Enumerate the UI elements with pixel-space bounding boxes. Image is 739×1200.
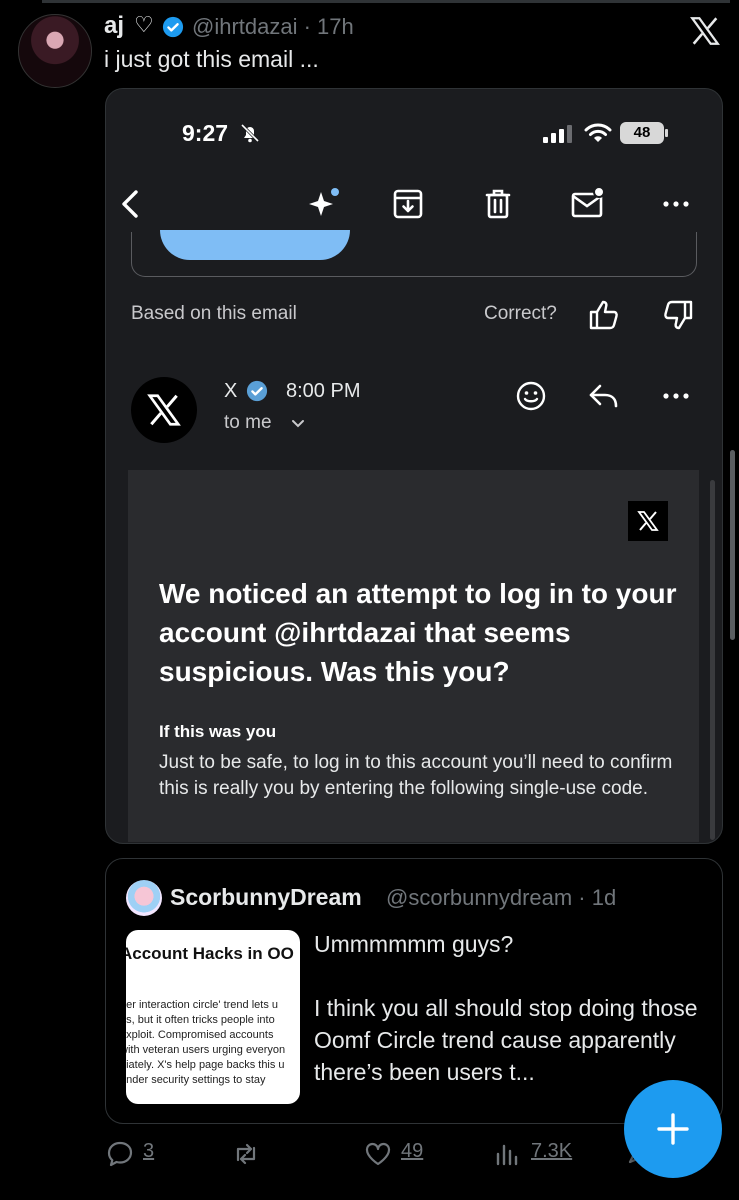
plus-icon (657, 1113, 689, 1145)
reply-count[interactable]: 3 (143, 1140, 154, 1163)
chevron-down-icon[interactable] (290, 417, 306, 431)
views-chart-icon[interactable] (494, 1140, 522, 1168)
reply-bubble-icon[interactable] (106, 1140, 134, 1168)
correct-prompt-label: Correct? (484, 303, 557, 324)
battery-cap (665, 129, 668, 137)
cellular-signal-icon (543, 125, 572, 143)
image-text-line: ns, but it often tricks people into (126, 1014, 275, 1026)
image-text-line: tter interaction circle' trend lets u (126, 999, 279, 1011)
quoted-avatar[interactable] (126, 880, 162, 916)
quoted-image[interactable]: Account Hacks in OO tter interaction cir… (126, 930, 300, 1104)
more-options-icon[interactable] (658, 186, 694, 222)
page-scrollbar[interactable] (730, 450, 735, 640)
author-name[interactable]: aj (104, 12, 124, 40)
sent-time: 8:00 PM (286, 380, 361, 402)
phone-clock: 9:27 (182, 120, 229, 146)
x-logo-icon (147, 394, 181, 426)
more-options-icon[interactable] (658, 378, 694, 414)
battery-indicator: 48 (620, 122, 664, 144)
x-logo-icon (637, 511, 659, 531)
trash-icon[interactable] (480, 186, 516, 222)
sender-name: X (224, 380, 238, 402)
email-paragraph: Just to be safe, to log in to this accou… (159, 752, 673, 799)
email-subheading: If this was you (159, 722, 277, 741)
image-text-line: diately. X's help page backs this u (126, 1059, 285, 1071)
quoted-image-text: tter interaction circle' trend lets u ns… (126, 998, 285, 1088)
quoted-text: Ummmmmm guys? I think you all should sto… (314, 931, 698, 1085)
view-count[interactable]: 7.3K (531, 1140, 572, 1163)
quoted-author-name[interactable]: ScorbunnyDream (170, 884, 362, 911)
recipient-label[interactable]: to me (224, 412, 272, 434)
author-handle-time[interactable]: @ihrtdazai · 17h (192, 14, 354, 40)
email-headline: We noticed an attempt to log in to your … (159, 578, 677, 687)
like-count[interactable]: 49 (401, 1140, 423, 1163)
based-on-email-label: Based on this email (131, 303, 297, 324)
wifi-icon (584, 123, 612, 142)
image-text-line: exploit. Compromised accounts (126, 1029, 274, 1041)
repost-icon[interactable] (232, 1140, 260, 1168)
verified-badge-icon (162, 16, 184, 38)
thumbs-up-icon[interactable] (586, 297, 622, 333)
x-logo-icon[interactable] (688, 14, 722, 48)
quoted-handle-time[interactable]: @scorbunnydream · 1d (386, 885, 616, 911)
sparkle-ai-icon[interactable] (306, 186, 342, 222)
divider (42, 0, 730, 3)
image-text-line: under security settings to stay (126, 1074, 266, 1086)
mark-unread-icon[interactable] (570, 186, 606, 222)
avatar[interactable] (18, 14, 92, 88)
heart-icon[interactable] (364, 1140, 392, 1168)
reply-icon[interactable] (586, 378, 622, 414)
quoted-image-title: Account Hacks in OO (126, 944, 294, 963)
image-text-line: with veteran users urging everyon (126, 1044, 286, 1056)
thumbs-down-icon[interactable] (660, 297, 696, 333)
email-scrollbar[interactable] (710, 480, 715, 840)
verified-badge-icon (246, 380, 268, 402)
author-emoji: ♡ (134, 12, 154, 37)
archive-icon[interactable] (390, 186, 426, 222)
tweet-text: i just got this email ... (104, 46, 319, 72)
bell-muted-icon (240, 123, 260, 143)
back-arrow-icon[interactable] (112, 186, 148, 222)
emoji-react-icon[interactable] (513, 378, 549, 414)
suggestion-button[interactable] (160, 230, 350, 260)
